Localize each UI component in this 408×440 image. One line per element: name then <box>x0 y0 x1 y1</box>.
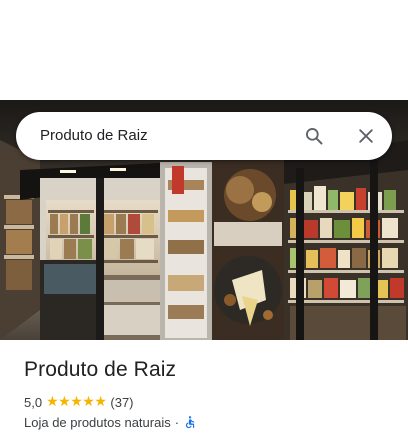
star-icon: ★ <box>82 394 95 410</box>
close-icon[interactable] <box>356 126 376 146</box>
search-bar[interactable]: Produto de Raiz <box>16 112 392 160</box>
separator-dot: · <box>174 414 180 430</box>
place-title: Produto de Raiz <box>24 358 177 381</box>
star-icon: ★ <box>94 394 107 410</box>
wheelchair-accessible-icon <box>185 416 195 429</box>
star-icon: ★ <box>70 394 83 410</box>
place-info-panel: Produto de Raiz 5,0 ★ ★ ★ ★ ★ (37) Loja … <box>0 340 408 440</box>
star-rating: ★ ★ ★ ★ ★ <box>46 393 107 411</box>
top-blank-area <box>0 0 408 100</box>
review-count[interactable]: (37) <box>110 395 133 410</box>
rating-row[interactable]: 5,0 ★ ★ ★ ★ ★ (37) <box>24 393 134 411</box>
search-icon[interactable] <box>304 126 324 146</box>
star-icon: ★ <box>46 394 59 410</box>
star-icon: ★ <box>58 394 71 410</box>
search-input[interactable]: Produto de Raiz <box>40 112 148 160</box>
place-category: Loja de produtos naturais <box>24 414 171 430</box>
category-row: Loja de produtos naturais · <box>24 413 197 431</box>
rating-value: 5,0 <box>24 394 43 410</box>
